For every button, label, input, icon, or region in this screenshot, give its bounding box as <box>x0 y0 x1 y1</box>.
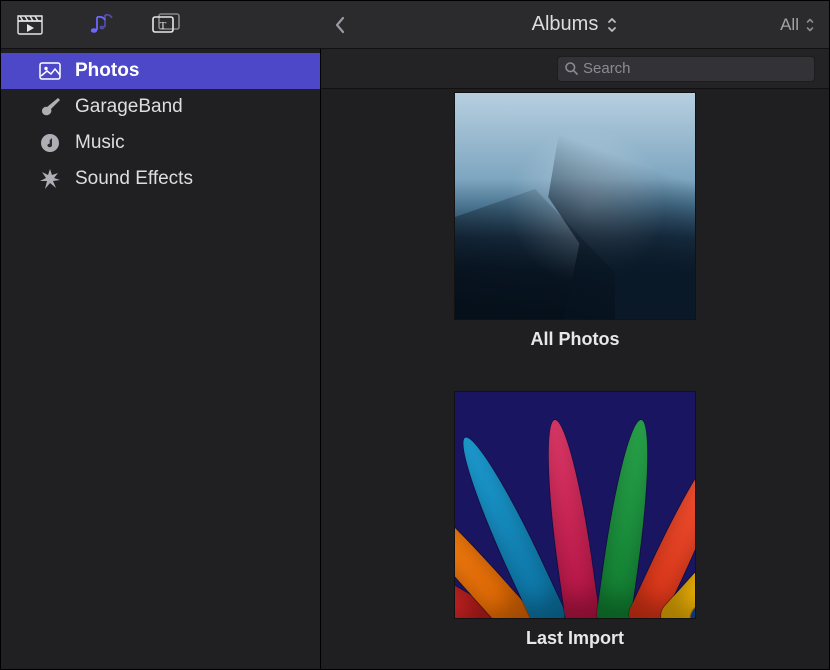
back-button[interactable] <box>333 15 347 35</box>
search-input[interactable] <box>583 60 808 77</box>
albums-grid: All Photos Last Import <box>321 89 829 669</box>
media-tab[interactable] <box>79 9 117 41</box>
sidebar-item-label: Photos <box>75 60 139 82</box>
location-title: Albums <box>532 13 599 36</box>
transitions-tab[interactable] <box>11 9 49 41</box>
text-frame-icon: T <box>151 13 181 37</box>
search-icon <box>564 61 579 76</box>
media-sources-sidebar: Photos GarageBand Music <box>1 49 321 669</box>
titles-tab[interactable]: T <box>147 9 185 41</box>
content-header: Albums All <box>321 1 829 49</box>
guitar-icon <box>39 96 61 118</box>
sidebar-item-label: Sound Effects <box>75 168 193 190</box>
clapperboard-icon <box>16 14 44 36</box>
sidebar-item-sound-effects[interactable]: Sound Effects <box>1 161 320 197</box>
album-item[interactable]: Last Import <box>455 392 695 649</box>
album-title: Last Import <box>526 628 624 649</box>
search-box[interactable] <box>557 56 815 82</box>
sidebar-item-label: Music <box>75 132 125 154</box>
music-icon <box>39 132 61 154</box>
location-popup[interactable]: Albums <box>532 13 619 36</box>
album-thumbnail <box>455 392 695 618</box>
sidebar-item-label: GarageBand <box>75 96 183 118</box>
chevron-up-down-icon <box>606 16 618 34</box>
sidebar-item-photos[interactable]: Photos <box>1 53 320 89</box>
filter-label: All <box>780 15 799 35</box>
album-thumbnail <box>455 93 695 319</box>
album-item[interactable]: All Photos <box>455 93 695 350</box>
photos-icon <box>39 60 61 82</box>
search-row <box>321 49 829 89</box>
music-note-overlap-icon <box>83 13 113 37</box>
burst-icon <box>39 168 61 190</box>
sidebar-item-music[interactable]: Music <box>1 125 320 161</box>
filter-popup[interactable]: All <box>780 1 815 48</box>
svg-text:T: T <box>160 20 167 32</box>
sidebar-item-garageband[interactable]: GarageBand <box>1 89 320 125</box>
chevron-up-down-icon <box>805 17 815 33</box>
album-title: All Photos <box>531 329 620 350</box>
